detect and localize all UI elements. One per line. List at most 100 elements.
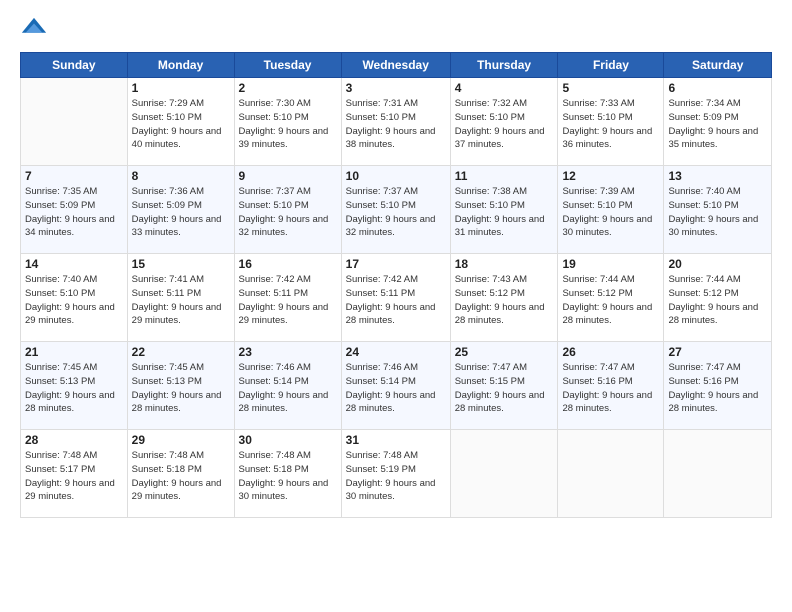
day-number: 7 xyxy=(25,169,123,183)
day-of-week-header: Friday xyxy=(558,53,664,78)
calendar-table: SundayMondayTuesdayWednesdayThursdayFrid… xyxy=(20,52,772,518)
day-number: 31 xyxy=(346,433,446,447)
day-info: Sunrise: 7:32 AMSunset: 5:10 PMDaylight:… xyxy=(455,97,554,152)
calendar-day-cell: 21 Sunrise: 7:45 AMSunset: 5:13 PMDaylig… xyxy=(21,342,128,430)
day-info: Sunrise: 7:30 AMSunset: 5:10 PMDaylight:… xyxy=(239,97,337,152)
day-number: 5 xyxy=(562,81,659,95)
day-info: Sunrise: 7:31 AMSunset: 5:10 PMDaylight:… xyxy=(346,97,446,152)
calendar-day-cell: 14 Sunrise: 7:40 AMSunset: 5:10 PMDaylig… xyxy=(21,254,128,342)
day-info: Sunrise: 7:40 AMSunset: 5:10 PMDaylight:… xyxy=(25,273,123,328)
day-info: Sunrise: 7:36 AMSunset: 5:09 PMDaylight:… xyxy=(132,185,230,240)
calendar-day-cell: 15 Sunrise: 7:41 AMSunset: 5:11 PMDaylig… xyxy=(127,254,234,342)
calendar-day-cell: 16 Sunrise: 7:42 AMSunset: 5:11 PMDaylig… xyxy=(234,254,341,342)
day-info: Sunrise: 7:44 AMSunset: 5:12 PMDaylight:… xyxy=(668,273,767,328)
day-number: 28 xyxy=(25,433,123,447)
day-info: Sunrise: 7:47 AMSunset: 5:15 PMDaylight:… xyxy=(455,361,554,416)
day-info: Sunrise: 7:48 AMSunset: 5:18 PMDaylight:… xyxy=(239,449,337,504)
day-number: 19 xyxy=(562,257,659,271)
calendar-day-cell: 20 Sunrise: 7:44 AMSunset: 5:12 PMDaylig… xyxy=(664,254,772,342)
day-info: Sunrise: 7:37 AMSunset: 5:10 PMDaylight:… xyxy=(239,185,337,240)
calendar-week-row: 1 Sunrise: 7:29 AMSunset: 5:10 PMDayligh… xyxy=(21,78,772,166)
day-number: 21 xyxy=(25,345,123,359)
day-number: 13 xyxy=(668,169,767,183)
day-number: 25 xyxy=(455,345,554,359)
day-info: Sunrise: 7:48 AMSunset: 5:19 PMDaylight:… xyxy=(346,449,446,504)
header xyxy=(20,16,772,44)
day-info: Sunrise: 7:33 AMSunset: 5:10 PMDaylight:… xyxy=(562,97,659,152)
day-number: 15 xyxy=(132,257,230,271)
day-number: 18 xyxy=(455,257,554,271)
calendar-day-cell: 3 Sunrise: 7:31 AMSunset: 5:10 PMDayligh… xyxy=(341,78,450,166)
day-info: Sunrise: 7:46 AMSunset: 5:14 PMDaylight:… xyxy=(346,361,446,416)
day-number: 8 xyxy=(132,169,230,183)
day-number: 3 xyxy=(346,81,446,95)
calendar-day-cell: 1 Sunrise: 7:29 AMSunset: 5:10 PMDayligh… xyxy=(127,78,234,166)
calendar-day-cell: 13 Sunrise: 7:40 AMSunset: 5:10 PMDaylig… xyxy=(664,166,772,254)
calendar-day-cell: 23 Sunrise: 7:46 AMSunset: 5:14 PMDaylig… xyxy=(234,342,341,430)
calendar-day-cell: 12 Sunrise: 7:39 AMSunset: 5:10 PMDaylig… xyxy=(558,166,664,254)
day-number: 2 xyxy=(239,81,337,95)
day-of-week-header: Tuesday xyxy=(234,53,341,78)
day-number: 12 xyxy=(562,169,659,183)
day-info: Sunrise: 7:37 AMSunset: 5:10 PMDaylight:… xyxy=(346,185,446,240)
page: SundayMondayTuesdayWednesdayThursdayFrid… xyxy=(0,0,792,612)
calendar-day-cell: 28 Sunrise: 7:48 AMSunset: 5:17 PMDaylig… xyxy=(21,430,128,518)
calendar-day-cell: 7 Sunrise: 7:35 AMSunset: 5:09 PMDayligh… xyxy=(21,166,128,254)
day-info: Sunrise: 7:35 AMSunset: 5:09 PMDaylight:… xyxy=(25,185,123,240)
day-number: 27 xyxy=(668,345,767,359)
day-info: Sunrise: 7:47 AMSunset: 5:16 PMDaylight:… xyxy=(668,361,767,416)
day-info: Sunrise: 7:38 AMSunset: 5:10 PMDaylight:… xyxy=(455,185,554,240)
day-number: 1 xyxy=(132,81,230,95)
calendar-day-cell: 5 Sunrise: 7:33 AMSunset: 5:10 PMDayligh… xyxy=(558,78,664,166)
day-number: 22 xyxy=(132,345,230,359)
calendar-week-row: 21 Sunrise: 7:45 AMSunset: 5:13 PMDaylig… xyxy=(21,342,772,430)
calendar-day-cell: 11 Sunrise: 7:38 AMSunset: 5:10 PMDaylig… xyxy=(450,166,558,254)
calendar-day-cell: 2 Sunrise: 7:30 AMSunset: 5:10 PMDayligh… xyxy=(234,78,341,166)
calendar-day-cell: 29 Sunrise: 7:48 AMSunset: 5:18 PMDaylig… xyxy=(127,430,234,518)
day-info: Sunrise: 7:47 AMSunset: 5:16 PMDaylight:… xyxy=(562,361,659,416)
day-number: 6 xyxy=(668,81,767,95)
calendar-day-cell xyxy=(664,430,772,518)
logo-icon xyxy=(20,16,48,44)
calendar-day-cell: 8 Sunrise: 7:36 AMSunset: 5:09 PMDayligh… xyxy=(127,166,234,254)
day-info: Sunrise: 7:29 AMSunset: 5:10 PMDaylight:… xyxy=(132,97,230,152)
day-of-week-header: Monday xyxy=(127,53,234,78)
calendar-day-cell: 27 Sunrise: 7:47 AMSunset: 5:16 PMDaylig… xyxy=(664,342,772,430)
calendar-day-cell: 4 Sunrise: 7:32 AMSunset: 5:10 PMDayligh… xyxy=(450,78,558,166)
calendar-day-cell: 22 Sunrise: 7:45 AMSunset: 5:13 PMDaylig… xyxy=(127,342,234,430)
calendar-day-cell xyxy=(21,78,128,166)
day-info: Sunrise: 7:41 AMSunset: 5:11 PMDaylight:… xyxy=(132,273,230,328)
day-info: Sunrise: 7:42 AMSunset: 5:11 PMDaylight:… xyxy=(239,273,337,328)
day-of-week-header: Thursday xyxy=(450,53,558,78)
day-number: 30 xyxy=(239,433,337,447)
day-number: 26 xyxy=(562,345,659,359)
calendar-header-row: SundayMondayTuesdayWednesdayThursdayFrid… xyxy=(21,53,772,78)
day-info: Sunrise: 7:43 AMSunset: 5:12 PMDaylight:… xyxy=(455,273,554,328)
day-info: Sunrise: 7:39 AMSunset: 5:10 PMDaylight:… xyxy=(562,185,659,240)
calendar-day-cell: 26 Sunrise: 7:47 AMSunset: 5:16 PMDaylig… xyxy=(558,342,664,430)
calendar-week-row: 14 Sunrise: 7:40 AMSunset: 5:10 PMDaylig… xyxy=(21,254,772,342)
day-of-week-header: Sunday xyxy=(21,53,128,78)
day-info: Sunrise: 7:48 AMSunset: 5:17 PMDaylight:… xyxy=(25,449,123,504)
day-info: Sunrise: 7:48 AMSunset: 5:18 PMDaylight:… xyxy=(132,449,230,504)
day-info: Sunrise: 7:44 AMSunset: 5:12 PMDaylight:… xyxy=(562,273,659,328)
calendar-day-cell: 30 Sunrise: 7:48 AMSunset: 5:18 PMDaylig… xyxy=(234,430,341,518)
day-number: 23 xyxy=(239,345,337,359)
day-info: Sunrise: 7:40 AMSunset: 5:10 PMDaylight:… xyxy=(668,185,767,240)
day-number: 11 xyxy=(455,169,554,183)
day-number: 20 xyxy=(668,257,767,271)
logo xyxy=(20,16,52,44)
calendar-day-cell: 24 Sunrise: 7:46 AMSunset: 5:14 PMDaylig… xyxy=(341,342,450,430)
calendar-day-cell: 9 Sunrise: 7:37 AMSunset: 5:10 PMDayligh… xyxy=(234,166,341,254)
day-info: Sunrise: 7:34 AMSunset: 5:09 PMDaylight:… xyxy=(668,97,767,152)
calendar-day-cell xyxy=(558,430,664,518)
day-info: Sunrise: 7:42 AMSunset: 5:11 PMDaylight:… xyxy=(346,273,446,328)
calendar-week-row: 7 Sunrise: 7:35 AMSunset: 5:09 PMDayligh… xyxy=(21,166,772,254)
calendar-week-row: 28 Sunrise: 7:48 AMSunset: 5:17 PMDaylig… xyxy=(21,430,772,518)
calendar-day-cell: 6 Sunrise: 7:34 AMSunset: 5:09 PMDayligh… xyxy=(664,78,772,166)
day-number: 14 xyxy=(25,257,123,271)
day-info: Sunrise: 7:45 AMSunset: 5:13 PMDaylight:… xyxy=(132,361,230,416)
day-of-week-header: Saturday xyxy=(664,53,772,78)
calendar-day-cell: 10 Sunrise: 7:37 AMSunset: 5:10 PMDaylig… xyxy=(341,166,450,254)
calendar-day-cell: 25 Sunrise: 7:47 AMSunset: 5:15 PMDaylig… xyxy=(450,342,558,430)
